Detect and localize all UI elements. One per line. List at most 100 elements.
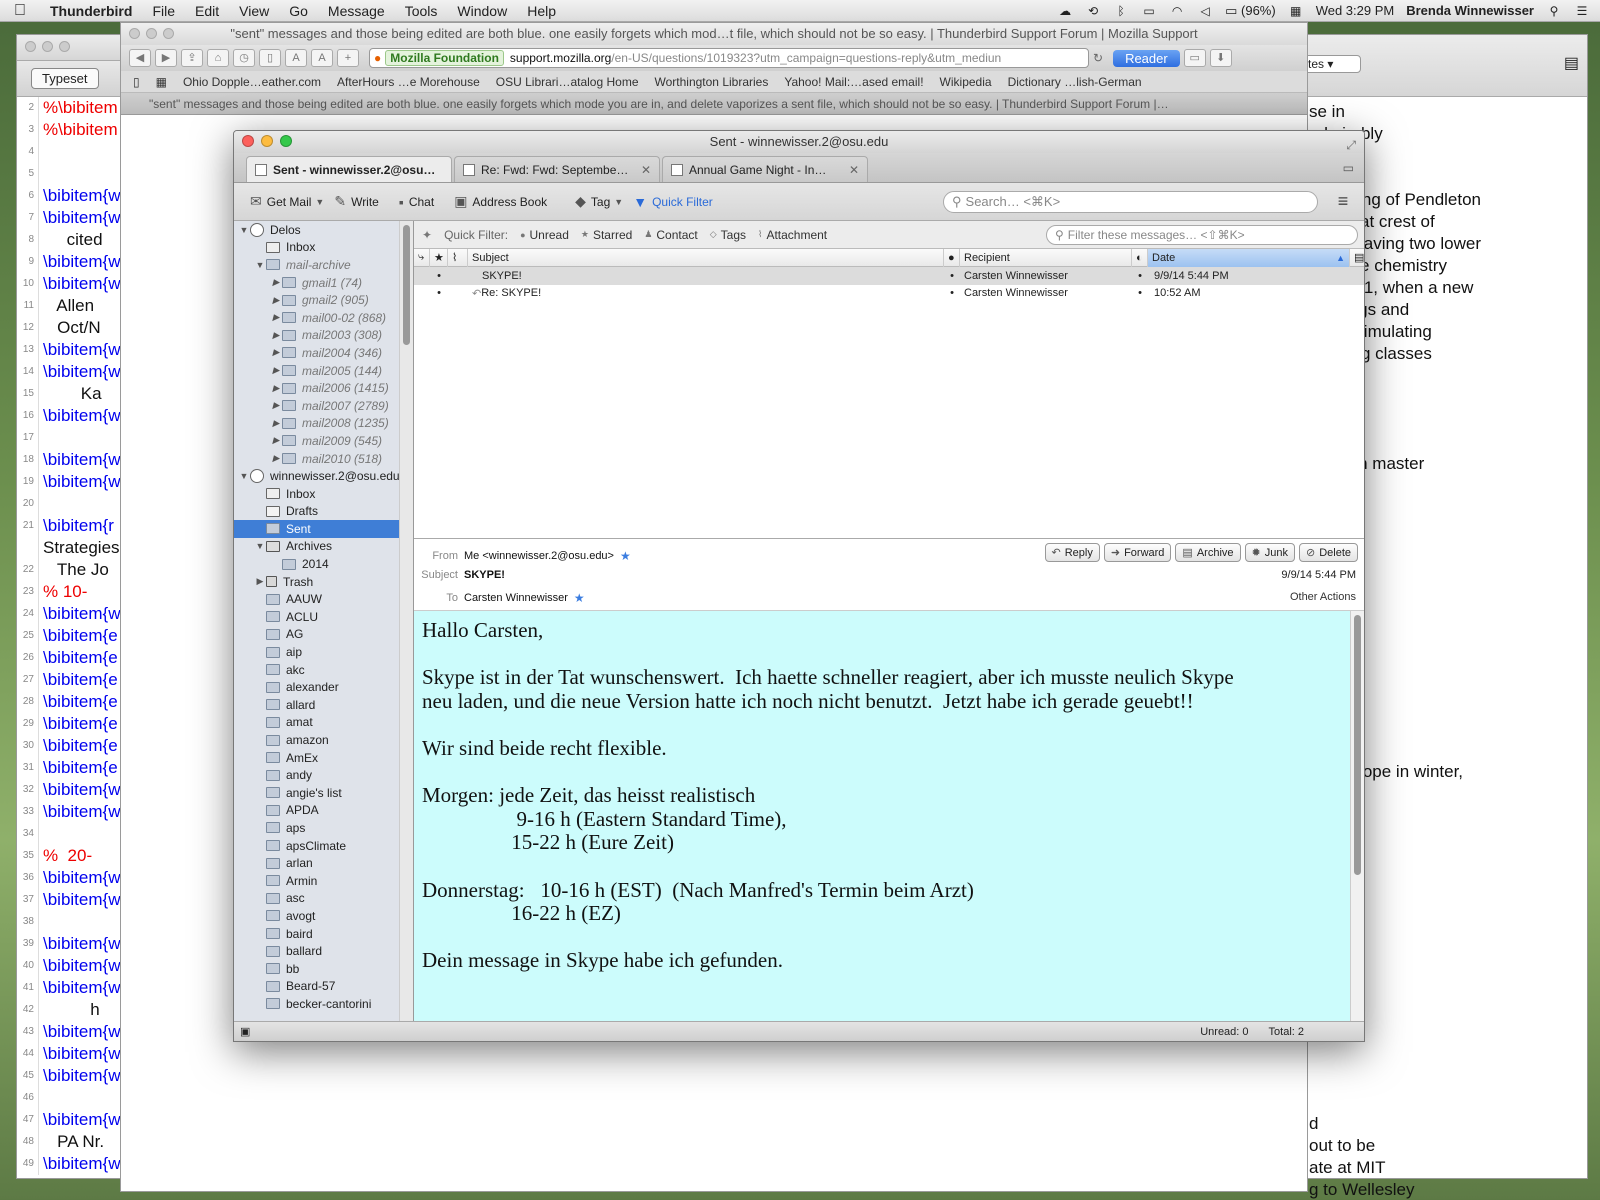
archive-button[interactable]: ▤ Archive <box>1175 543 1241 562</box>
other-actions-button[interactable]: Other Actions <box>1290 591 1356 603</box>
folder-item[interactable]: alexander <box>234 678 413 696</box>
message-row[interactable]: • SKYPE! • Carsten Winnewisser • 9/9/14 5:44 … <box>414 267 1364 285</box>
close-tab-icon[interactable]: ✕ <box>641 163 651 177</box>
apple-menu-icon[interactable]:  <box>0 2 40 20</box>
from-value[interactable]: Me <winnewisser.2@osu.edu> <box>464 550 614 562</box>
disclosure-triangle-icon[interactable]: ▶ <box>270 277 282 288</box>
menu-go[interactable]: Go <box>279 3 318 19</box>
folder-item[interactable]: ▶ mail2008 (1235) <box>234 415 413 433</box>
folder-item[interactable]: AmEx <box>234 749 413 767</box>
star-cell[interactable]: • <box>430 285 448 303</box>
folder-item[interactable]: Drafts <box>234 503 413 521</box>
show-bookmarks-icon[interactable]: ▯ <box>133 75 140 89</box>
downloads-icon[interactable]: ⬇ <box>1209 49 1232 67</box>
menu-help[interactable]: Help <box>517 3 566 19</box>
folder-item[interactable]: amazon <box>234 731 413 749</box>
disclosure-triangle-icon[interactable]: ▶ <box>270 295 282 306</box>
forward-message-button[interactable]: ➜ Forward <box>1103 543 1172 562</box>
spotlight-icon[interactable]: ⚲ <box>1546 4 1562 18</box>
disclosure-triangle-icon[interactable]: ▼ <box>254 260 266 270</box>
time-machine-icon[interactable]: ⟲ <box>1085 4 1101 18</box>
volume-icon[interactable]: ◁ <box>1197 4 1213 18</box>
bookmark-item[interactable]: Yahoo! Mail:…ased email! <box>784 75 923 89</box>
menu-view[interactable]: View <box>229 3 279 19</box>
folder-item[interactable]: APDA <box>234 802 413 820</box>
browser-close-button[interactable] <box>129 28 140 39</box>
folder-item[interactable]: angie's list <box>234 784 413 802</box>
browser-minimize-button[interactable] <box>146 28 157 39</box>
folder-item[interactable]: ▼ Archives <box>234 538 413 556</box>
folder-item[interactable]: ▶ mail2005 (144) <box>234 362 413 380</box>
global-search-input[interactable]: ⚲ Search… <⌘K> <box>943 190 1318 213</box>
folder-item[interactable]: aip <box>234 643 413 661</box>
home-icon[interactable]: ⌂ <box>207 49 229 67</box>
folder-item[interactable]: allard <box>234 696 413 714</box>
junk-cell[interactable]: • <box>1132 267 1148 285</box>
disclosure-triangle-icon[interactable]: ▶ <box>270 400 282 411</box>
cloud-icon[interactable]: ☁ <box>1057 4 1073 18</box>
junk-button[interactable]: ✹ Junk <box>1244 543 1295 562</box>
folder-item[interactable]: becker-cantorini <box>234 995 413 1013</box>
browser-tab[interactable]: "sent" messages and those being edited a… <box>121 93 1307 115</box>
folder-item[interactable]: aps <box>234 819 413 837</box>
menu-edit[interactable]: Edit <box>185 3 229 19</box>
disclosure-triangle-icon[interactable]: ▶ <box>270 347 282 358</box>
menu-file[interactable]: File <box>142 3 185 19</box>
folder-item[interactable]: ▶ mail2004 (346) <box>234 344 413 362</box>
reader-button[interactable]: Reader <box>1113 49 1180 67</box>
delete-button[interactable]: ⊘ Delete <box>1298 543 1358 562</box>
notification-center-icon[interactable]: ☰ <box>1574 4 1590 18</box>
bookmark-item[interactable]: OSU Librari…atalog Home <box>496 75 639 89</box>
folder-item[interactable]: apsClimate <box>234 837 413 855</box>
pin-icon[interactable]: ✦ <box>422 228 432 242</box>
folder-item[interactable]: Inbox <box>234 485 413 503</box>
folder-item[interactable]: asc <box>234 890 413 908</box>
junk-column-icon[interactable]: ◐ <box>1132 248 1148 267</box>
address-book-button[interactable]: ▣ Address Book <box>444 189 557 215</box>
bookmarks-icon[interactable]: ▯ <box>259 49 281 67</box>
disclosure-triangle-icon[interactable]: ▶ <box>270 383 282 394</box>
folder-item[interactable]: AG <box>234 626 413 644</box>
display-icon[interactable]: ▭ <box>1141 4 1157 18</box>
date-column-header[interactable]: Date ▲ <box>1148 248 1350 267</box>
close-tab-icon[interactable]: ✕ <box>849 163 859 177</box>
star-column-icon[interactable]: ★ <box>430 248 448 267</box>
bluetooth-icon[interactable]: ᛒ <box>1113 4 1129 18</box>
folder-item[interactable]: akc <box>234 661 413 679</box>
top-sites-icon[interactable]: ▦ <box>156 75 167 89</box>
folder-item[interactable]: ▶ mail2003 (308) <box>234 327 413 345</box>
tag-button[interactable]: ◆ Tag <box>565 189 620 215</box>
bookmark-item[interactable]: Dictionary …lish-German <box>1008 75 1142 89</box>
browser-zoom-button[interactable] <box>163 28 174 39</box>
quick-filter-button[interactable]: ▼ Quick Filter <box>623 189 723 215</box>
folder-item[interactable]: Armin <box>234 872 413 890</box>
read-column-icon[interactable]: ● <box>944 248 960 267</box>
disclosure-triangle-icon[interactable]: ▼ <box>238 471 250 481</box>
tab-list-icon[interactable]: ▭ <box>1343 161 1354 175</box>
online-status-icon[interactable]: ▣ <box>240 1025 250 1038</box>
folder-item[interactable]: ▶ mail2006 (1415) <box>234 379 413 397</box>
folder-item[interactable]: amat <box>234 714 413 732</box>
star-cell[interactable]: • <box>430 267 448 285</box>
reply-button[interactable]: ↶ Reply <box>1044 543 1100 562</box>
disclosure-triangle-icon[interactable]: ▼ <box>238 225 250 235</box>
document-selector[interactable]: tes ▾ <box>1301 55 1361 73</box>
folder-item[interactable]: ▶ mail00-02 (868) <box>234 309 413 327</box>
new-tab-button[interactable]: + <box>337 49 359 67</box>
bookmark-item[interactable]: Worthington Libraries <box>655 75 769 89</box>
tb-zoom-button[interactable] <box>280 135 292 147</box>
share-icon[interactable]: ⇪ <box>181 49 203 67</box>
url-bar[interactable]: ● Mozilla Foundation support.mozilla.org… <box>369 48 1089 68</box>
disclosure-triangle-icon[interactable]: ▶ <box>270 330 282 341</box>
site-identity-badge[interactable]: Mozilla Foundation <box>385 50 504 66</box>
folder-item[interactable]: Beard-57 <box>234 978 413 996</box>
bookmark-item[interactable]: Wikipedia <box>940 75 992 89</box>
forward-button[interactable]: ▶ <box>155 49 177 67</box>
folder-item[interactable]: ▶ Trash <box>234 573 413 591</box>
text-larger-button[interactable]: A <box>311 49 333 67</box>
tex-zoom-button[interactable] <box>59 41 70 52</box>
contact-star-icon[interactable]: ★ <box>620 549 631 563</box>
disclosure-triangle-icon[interactable]: ▶ <box>254 576 266 587</box>
filter-unread-button[interactable]: ● Unread <box>520 228 569 242</box>
folder-item[interactable]: Sent <box>234 520 413 538</box>
